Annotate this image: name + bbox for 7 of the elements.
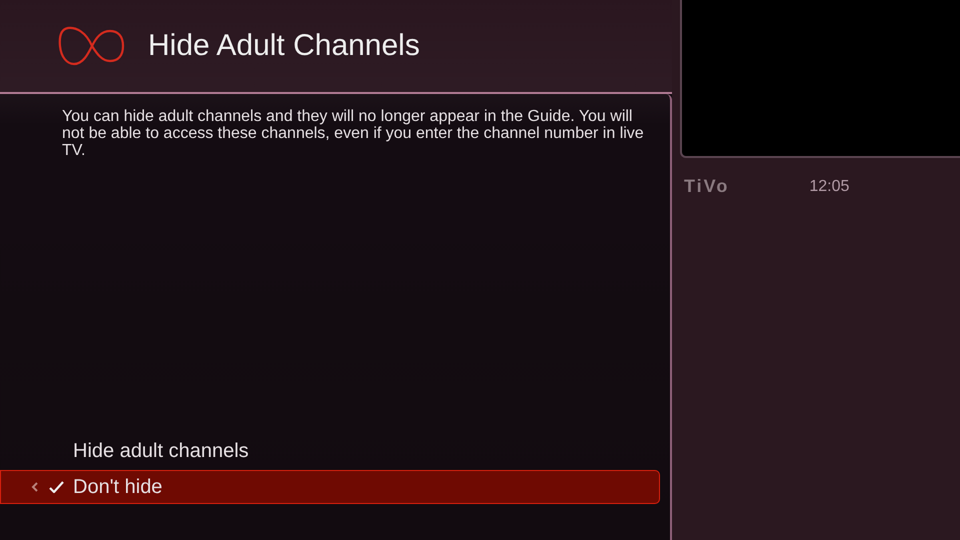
infinity-logo-icon <box>58 24 126 68</box>
page-title: Hide Adult Channels <box>148 29 420 63</box>
brand-logo: TiVo <box>684 176 730 197</box>
clock-time: 12:05 <box>809 178 850 196</box>
menu-option[interactable]: Don't hide <box>0 470 660 504</box>
description-text: You can hide adult channels and they will no longer appear in the Guide. You will not be able to access these channels, even if you enter the channel number in live TV. <box>62 108 645 159</box>
menu-option[interactable]: Hide adult channels <box>0 434 660 468</box>
